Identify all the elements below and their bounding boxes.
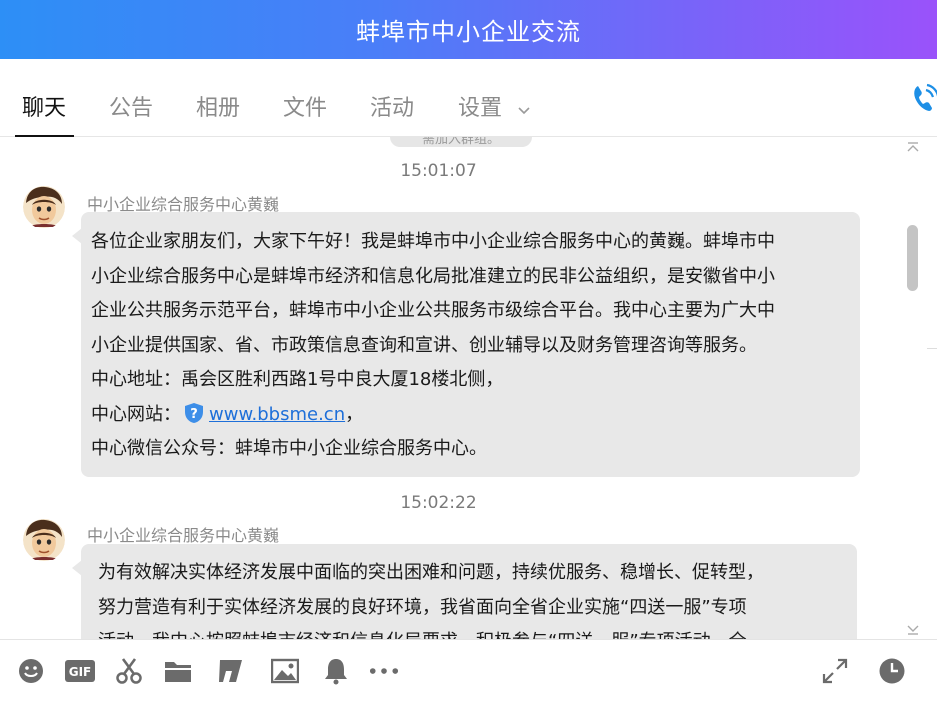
message-line: 小企业综合服务中心是蚌埠市经济和信息化局批准建立的民非公益组织，是安徽省中小 (91, 265, 775, 287)
scrollbar-thumb[interactable] (907, 225, 918, 291)
input-toolbar: GIF (0, 639, 937, 702)
folder-icon[interactable] (163, 656, 193, 686)
tab-chat-label: 聊天 (22, 96, 67, 121)
emoji-icon[interactable] (16, 656, 46, 686)
svg-text:?: ? (190, 407, 198, 422)
chat-message-area[interactable]: 需加入群组。 15:01:07 中小企业综合服务中心黄巍 各位企业家朋友们，大家… (0, 137, 937, 639)
music-icon[interactable] (216, 656, 246, 686)
tab-settings[interactable]: 设置 (458, 90, 531, 134)
phone-call-icon[interactable] (910, 82, 937, 116)
tab-album[interactable]: 相册 (196, 90, 240, 134)
image-icon[interactable] (270, 656, 300, 686)
message-line: 小企业提供国家、省、市政策信息查询和宣讲、创业辅导以及财务管理咨询等服务。 (91, 334, 757, 356)
gif-icon[interactable]: GIF (65, 656, 95, 686)
message-timestamp: 15:02:22 (400, 493, 477, 513)
website-label: 中心网站： (91, 403, 181, 425)
verified-shield-icon: ? (183, 402, 205, 424)
divider (927, 348, 937, 349)
message-line: 中心地址：禹会区胜利西路1号中良大厦18楼北侧， (91, 369, 504, 390)
expand-icon[interactable] (820, 656, 850, 686)
message-line: 中心微信公众号：蚌埠市中小企业综合服务中心。 (91, 438, 487, 459)
screenshot-scissors-icon[interactable] (114, 656, 144, 686)
tab-files-label: 文件 (283, 96, 328, 121)
bell-icon[interactable] (321, 656, 351, 686)
tab-chat[interactable]: 聊天 (14, 90, 75, 137)
message-timestamp: 15:01:07 (400, 161, 477, 181)
website-link[interactable]: www.bbsme.cn (209, 404, 345, 425)
tab-files[interactable]: 文件 (283, 90, 327, 134)
website-suffix: ， (345, 403, 364, 425)
scroll-down-button[interactable] (905, 622, 921, 636)
window-title: 蚌埠市中小企业交流 (356, 18, 581, 46)
message-line: 企业公共服务示范平台，蚌埠市中小企业公共服务市级综合平台。我中心主要为广大中 (91, 300, 775, 321)
message-line: 努力营造有利于实体经济发展的良好环境，我省面向全省企业实施“四送一服”专项 (98, 596, 747, 618)
message-line: 各位企业家朋友们，大家下午好！我是蚌埠市中小企业综合服务中心的黄巍。蚌埠市中 (91, 231, 775, 252)
avatar[interactable] (23, 185, 65, 229)
svg-text:GIF: GIF (69, 665, 92, 679)
message-bubble[interactable]: 各位企业家朋友们，大家下午好！我是蚌埠市中小企业综合服务中心的黄巍。蚌埠市中 小… (72, 212, 860, 477)
tab-announcements-label: 公告 (109, 96, 154, 121)
message-bubble[interactable]: 为有效解决实体经济发展中面临的突出困难和问题，持续优服务、稳增长、促转型， 努力… (72, 544, 857, 639)
avatar[interactable] (23, 518, 65, 562)
message-line: 活动。我中心按照蚌埠市经济和信息化局要求，积极参与“四送一服”专项活动，全 (98, 625, 847, 639)
tab-settings-label: 设置 (458, 96, 503, 121)
scroll-up-button[interactable] (905, 139, 921, 153)
tab-activities-label: 活动 (370, 96, 415, 121)
history-clock-icon[interactable] (877, 656, 907, 686)
title-bar-top-edge (0, 0, 330, 8)
more-icon[interactable] (369, 656, 399, 686)
title-bar: 蚌埠市中小企业交流 (0, 0, 937, 59)
tab-album-label: 相册 (196, 96, 241, 121)
previous-message-stub: 需加入群组。 (390, 137, 532, 147)
website-line: 中心网站：? www.bbsme.cn， (91, 398, 850, 433)
tab-bar: 聊天 公告 相册 文件 活动 设置 (0, 59, 937, 137)
tab-announcements[interactable]: 公告 (109, 90, 153, 134)
message-line: 为有效解决实体经济发展中面临的突出困难和问题，持续优服务、稳增长、促转型， (98, 562, 764, 583)
chevron-down-icon (517, 97, 531, 122)
tab-activities[interactable]: 活动 (370, 90, 414, 134)
message-sender: 中小企业综合服务中心黄巍 (87, 526, 280, 545)
